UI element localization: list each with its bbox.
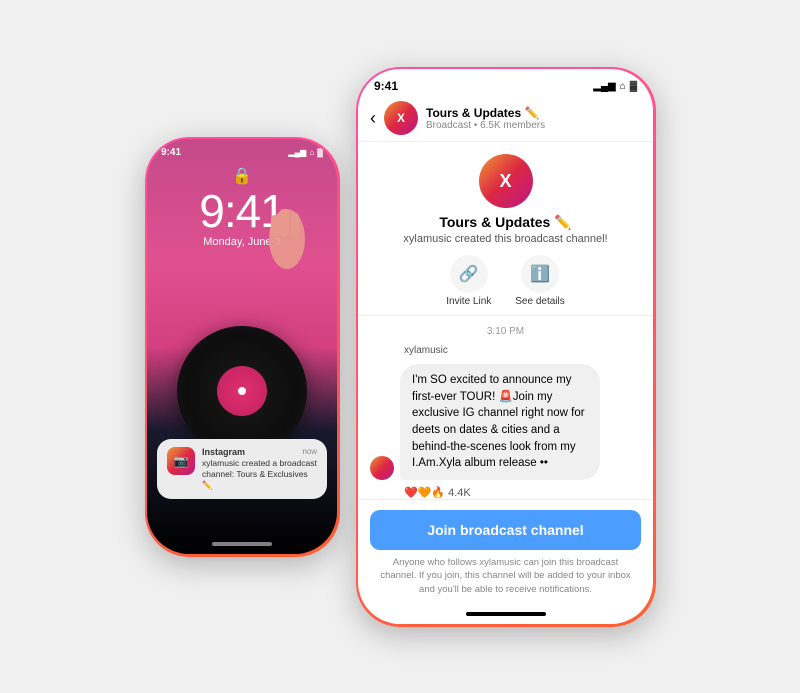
ls-home-bar <box>212 542 272 546</box>
notif-instagram-icon: 📷 <box>167 447 195 475</box>
message-reactions: ❤️🧡🔥 4.4K <box>404 486 641 499</box>
hand-svg <box>257 199 317 279</box>
notif-app-name: Instagram <box>202 447 245 457</box>
bc-status-bar: 9:41 ▂▄▆ ⌂ ▓ <box>358 69 653 97</box>
bc-battery-icon: ▓ <box>630 81 637 92</box>
ls-time: 9:41 <box>161 147 181 158</box>
bc-wifi-icon: ⌂ <box>620 81 626 92</box>
hand-decoration <box>257 199 317 279</box>
channel-name-big: Tours & Updates ✏️ <box>439 214 571 231</box>
message-sender-avatar <box>370 456 394 480</box>
channel-info-section: X Tours & Updates ✏️ xylamusic created t… <box>358 142 653 316</box>
join-broadcast-button[interactable]: Join broadcast channel <box>370 510 641 550</box>
bc-status-icons: ▂▄▆ ⌂ ▓ <box>593 81 637 92</box>
nav-channel-name: Tours & Updates ✏️ <box>426 106 641 120</box>
vinyl-record <box>177 326 307 456</box>
invite-link-btn[interactable]: 🔗 Invite Link <box>446 255 491 307</box>
wifi-icon: ⌂ <box>309 148 314 157</box>
channel-avatar-big: X <box>479 154 533 208</box>
main-container: 9:41 ▂▄▆ ⌂ ▓ 🔒 9:41 Monday, June 3 <box>125 47 676 647</box>
ls-status-icons: ▂▄▆ ⌂ ▓ <box>288 148 323 157</box>
left-phone: 9:41 ▂▄▆ ⌂ ▓ 🔒 9:41 Monday, June 3 <box>147 139 337 554</box>
message-timestamp: 3:10 PM <box>370 326 641 337</box>
join-section: Join broadcast channel Anyone who follow… <box>358 499 653 604</box>
notif-content: Instagram now xylamusic created a broadc… <box>202 447 317 491</box>
text-message-row: I'm SO excited to announce my first-ever… <box>370 364 641 480</box>
reaction-emojis: ❤️🧡🔥 <box>404 486 445 499</box>
see-details-btn[interactable]: ℹ️ See details <box>515 255 564 307</box>
nav-info: Tours & Updates ✏️ Broadcast • 6.5K memb… <box>426 106 641 131</box>
invite-link-icon: 🔗 <box>450 255 488 293</box>
reaction-count: 4.4K <box>448 487 471 499</box>
channel-actions: 🔗 Invite Link ℹ️ See details <box>446 255 565 307</box>
bc-time: 9:41 <box>374 79 398 93</box>
notif-time: now <box>302 447 317 456</box>
sender-name: xylamusic <box>404 345 641 356</box>
broadcast-screen: 9:41 ▂▄▆ ⌂ ▓ ‹ X Tours & Updates ✏️ Broa… <box>358 69 653 624</box>
notif-header: Instagram now <box>202 447 317 457</box>
channel-desc: xylamusic created this broadcast channel… <box>403 233 607 245</box>
right-phone: 9:41 ▂▄▆ ⌂ ▓ ‹ X Tours & Updates ✏️ Broa… <box>358 69 653 624</box>
left-phone-wrapper: 9:41 ▂▄▆ ⌂ ▓ 🔒 9:41 Monday, June 3 <box>145 137 340 557</box>
bc-home-bar <box>358 604 653 624</box>
lockscreen: 9:41 ▂▄▆ ⌂ ▓ 🔒 9:41 Monday, June 3 <box>147 139 337 554</box>
nav-channel-meta: Broadcast • 6.5K members <box>426 120 641 131</box>
right-phone-wrapper: 9:41 ▂▄▆ ⌂ ▓ ‹ X Tours & Updates ✏️ Broa… <box>356 67 656 627</box>
join-disclaimer: Anyone who follows xylamusic can join th… <box>370 556 641 596</box>
messages-area: 3:10 PM xylamusic I'm SO excited to anno… <box>358 316 653 499</box>
ls-status-bar: 9:41 ▂▄▆ ⌂ ▓ <box>147 139 337 158</box>
bc-signal-icon: ▂▄▆ <box>593 81 615 92</box>
text-message-bubble: I'm SO excited to announce my first-ever… <box>400 364 600 480</box>
notif-text: xylamusic created a broadcast channel: T… <box>202 458 317 491</box>
broadcast-nav: ‹ X Tours & Updates ✏️ Broadcast • 6.5K … <box>358 97 653 142</box>
battery-icon: ▓ <box>317 148 323 157</box>
see-details-label: See details <box>515 296 564 307</box>
lock-symbol: 🔒 <box>232 166 252 186</box>
nav-channel-avatar: X <box>384 101 418 135</box>
message-text: I'm SO excited to announce my first-ever… <box>412 372 588 472</box>
invite-link-label: Invite Link <box>446 296 491 307</box>
see-details-icon: ℹ️ <box>521 255 559 293</box>
bc-home-indicator <box>466 612 546 616</box>
lock-notification: 📷 Instagram now xylamusic created a broa… <box>157 439 327 499</box>
signal-icon: ▂▄▆ <box>288 148 306 157</box>
back-button[interactable]: ‹ <box>370 108 376 129</box>
